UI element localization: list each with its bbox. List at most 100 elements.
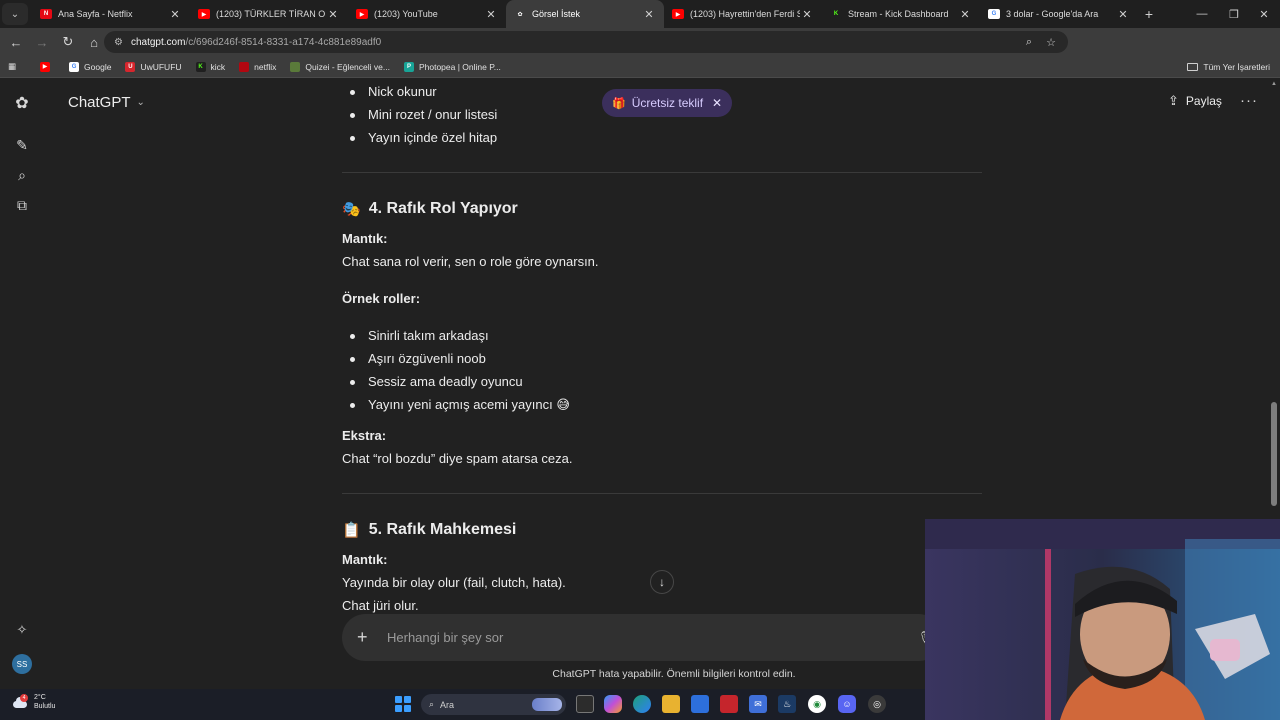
close-tab-icon[interactable]: ✕ [484,8,498,21]
browser-tab[interactable]: ▶ (1203) Hayrettin'den Ferdi Süre✕ [664,0,822,28]
discord-icon[interactable]: ☺ [838,695,856,713]
bookmark-item[interactable]: U UwUFUFU [118,61,188,72]
tab-label: Stream - Kick Dashboard [848,9,949,19]
close-window-icon[interactable]: ✕ [1248,0,1280,28]
bookmark-label: Google [84,61,112,72]
scrollbar-thumb[interactable] [1271,402,1277,506]
notification-badge: 4 [20,694,28,702]
composer: + 🎙 [342,614,942,661]
tab-label: 3 dolar - Google'da Ara [1006,9,1099,19]
google-icon: G [69,61,80,72]
bookmark-label: Quizei - Eğlenceli ve... [305,61,390,72]
browser-tab[interactable]: ✿ Görsel İstek ✕ [506,0,664,28]
browser-tab[interactable]: ▶ (1203) TÜRKLER TİRAN OLUYOR✕ [190,0,348,28]
attach-plus-icon[interactable]: + [357,627,373,648]
url-bar[interactable]: ⚙ chatgpt.com/c/696d246f-8514-8331-a174-… [104,31,1068,53]
logic-label: Mantık: [342,552,388,567]
scroll-to-bottom-button[interactable]: ↓ [650,570,674,594]
chatgpt-icon: ✿ [514,9,526,19]
mail-icon[interactable]: ✉ [749,695,767,713]
search-icon[interactable]: ⌕ [11,164,33,186]
back-icon[interactable]: ← [4,30,28,54]
youtube-icon: ▶ [672,9,684,19]
close-tab-icon[interactable]: ✕ [168,8,182,21]
site-info-icon[interactable]: ⚙ [114,37,123,48]
home-icon[interactable]: ⌂ [82,30,106,54]
bookmark-item[interactable]: Kkick [189,61,233,72]
share-button[interactable]: ⇪ Paylaş [1168,93,1222,109]
restore-icon[interactable]: ❐ [1218,0,1250,28]
logic-text: Chat sana rol verir, sen o role göre oyn… [342,254,599,269]
cloud-icon: 4 [12,694,28,708]
browser-tab[interactable]: N Ana Sayfa - Netflix ✕ [32,0,190,28]
url-host: chatgpt.com [130,36,186,48]
task-view-icon[interactable] [576,695,594,713]
copilot-icon[interactable] [604,695,622,713]
photopea-icon: P [403,61,414,72]
prompt-input[interactable] [387,622,857,653]
theater-masks-icon: 🎭 [342,201,361,218]
browser-tab[interactable]: K Stream - Kick Dashboard ✕ [822,0,980,28]
scroll-up-icon[interactable]: ▲ [1270,81,1278,87]
extra-text: Chat “rol bozdu” diye spam atarsa ceza. [342,451,573,466]
apps-grid-icon[interactable]: ▦ [0,61,23,72]
taskbar-search[interactable]: ⌕ Ara [421,694,566,715]
share-label: Paylaş [1185,94,1222,108]
app-icon[interactable]: ◎ [868,695,886,713]
new-tab-button[interactable]: + [1138,6,1160,22]
temperature: 2°C [34,694,46,701]
model-selector[interactable]: ChatGPT ⌄ [68,94,145,111]
close-tab-icon[interactable]: ✕ [800,8,814,21]
steam-icon[interactable]: ♨ [778,695,796,713]
upgrade-sparkle-icon[interactable]: ✧ [11,619,33,641]
bookmark-item[interactable]: G Google [62,61,118,72]
edge-icon[interactable] [633,695,651,713]
bookmark-item[interactable]: ▶ [33,61,62,72]
tab-label: Ana Sayfa - Netflix [58,9,133,19]
avatar[interactable]: SS [12,654,32,674]
all-bookmarks-button[interactable]: Tüm Yer İşaretleri [1187,56,1270,78]
bookmark-item[interactable]: P Photopea | Online P... [397,61,508,72]
file-explorer-icon[interactable] [662,695,680,713]
close-tab-icon[interactable]: ✕ [1116,8,1130,21]
section-heading: 🎭 4. Rafık Rol Yapıyor [342,197,518,221]
list-item: Sinirli takım arkadaşı [350,326,489,346]
weather-widget[interactable]: 4 2°C Bulutlu [12,693,55,711]
more-options-icon[interactable]: ··· [1240,92,1258,109]
minimize-icon[interactable]: — [1186,0,1218,28]
tab-search-menu-icon[interactable]: ⌄ [2,3,28,25]
bookmark-label: kick [210,61,226,72]
close-tab-icon[interactable]: ✕ [958,8,972,21]
forward-icon[interactable]: → [30,30,54,54]
tab-label: Görsel İstek [532,9,581,19]
paragraph-line: Chat jüri olur. [342,598,419,613]
list-item: Mini rozet / onur listesi [349,105,497,125]
library-icon[interactable]: ⧉ [11,194,33,216]
taskbar-search-label: Ara [440,699,455,710]
microsoft-store-icon[interactable] [691,695,709,713]
new-chat-icon[interactable]: ✎ [11,134,33,156]
weather-condition: Bulutlu [34,703,56,710]
section-heading: 📋 5. Rafık Mahkemesi [342,518,516,542]
netflix-icon [239,61,250,72]
bookmark-star-icon[interactable]: ☆ [1040,31,1062,53]
close-tab-icon[interactable]: ✕ [326,8,340,21]
chrome-icon[interactable]: ◉ [808,695,826,713]
uwufufu-icon: U [125,61,136,72]
windows-start-icon[interactable] [395,696,411,712]
zoom-icon[interactable]: ⌕ [1018,31,1040,53]
logic-label: Mantık: [342,231,388,246]
share-icon: ⇪ [1168,93,1179,108]
extra-label: Ekstra: [342,428,387,443]
app-icon[interactable] [720,695,738,713]
divider [342,493,982,494]
reload-icon[interactable]: ↻ [56,30,80,54]
browser-tab[interactable]: G 3 dolar - Google'da Ara ✕ [980,0,1138,28]
list-item: Yayın içinde özel hitap [349,128,497,148]
close-tab-icon[interactable]: ✕ [642,8,656,21]
bookmark-item[interactable]: Quizei - Eğlenceli ve... [283,61,397,72]
browser-tab[interactable]: ▶ (1203) YouTube ✕ [348,0,506,28]
bookmark-item[interactable]: netflix [232,61,283,72]
chatgpt-logo-icon[interactable]: ✿ [11,92,33,114]
disclaimer-text: ChatGPT hata yapabilir. Önemli bilgileri… [552,668,796,680]
